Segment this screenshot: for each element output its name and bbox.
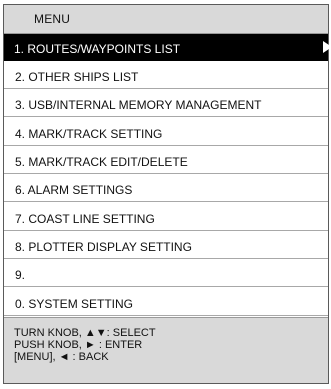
help-line-enter: PUSH KNOB, ► : ENTER (14, 339, 143, 351)
menu-item-label: 7. COAST LINE SETTING (15, 212, 155, 226)
menu-title: MENU (34, 12, 71, 26)
menu-item-routes-waypoints-list[interactable]: 1. ROUTES/WAYPOINTS LIST (4, 34, 331, 61)
menu-item-label: 1. ROUTES/WAYPOINTS LIST (14, 42, 181, 56)
menu-item-plotter-display-setting[interactable]: 8. PLOTTER DISPLAY SETTING (4, 232, 328, 259)
help-line-back: [MENU], ◄ : BACK (14, 351, 109, 363)
menu-item-label: 6. ALARM SETTINGS (15, 183, 133, 197)
menu-item-other-ships-list[interactable]: 2. OTHER SHIPS LIST (4, 62, 328, 89)
right-arrow-icon (323, 41, 331, 53)
menu-item-mark-track-edit-delete[interactable]: 5. MARK/TRACK EDIT/DELETE (4, 147, 328, 174)
help-area: TURN KNOB, ▲▼: SELECT PUSH KNOB, ► : ENT… (4, 317, 328, 383)
menu-item-9[interactable]: 9. (4, 260, 328, 287)
menu-item-alarm-settings[interactable]: 6. ALARM SETTINGS (4, 175, 328, 202)
menu-item-mark-track-setting[interactable]: 4. MARK/TRACK SETTING (4, 119, 328, 146)
menu-item-label: 2. OTHER SHIPS LIST (15, 70, 139, 84)
menu-item-label: 4. MARK/TRACK SETTING (15, 127, 163, 141)
help-line-select: TURN KNOB, ▲▼: SELECT (14, 327, 156, 339)
menu-item-label: 3. USB/INTERNAL MEMORY MANAGEMENT (15, 98, 262, 112)
menu-item-usb-internal-memory-management[interactable]: 3. USB/INTERNAL MEMORY MANAGEMENT (4, 90, 328, 117)
menu-item-label: 8. PLOTTER DISPLAY SETTING (15, 240, 192, 254)
menu-item-label: 0. SYSTEM SETTING (15, 297, 134, 311)
menu-item-coast-line-setting[interactable]: 7. COAST LINE SETTING (4, 204, 328, 231)
menu-panel: MENU 1. ROUTES/WAYPOINTS LIST 2. OTHER S… (3, 4, 331, 384)
menu-item-label: 9. (15, 268, 26, 282)
menu-title-bar: MENU (4, 5, 328, 34)
menu-item-system-setting[interactable]: 0. SYSTEM SETTING (4, 289, 328, 316)
menu-item-label: 5. MARK/TRACK EDIT/DELETE (15, 155, 188, 169)
